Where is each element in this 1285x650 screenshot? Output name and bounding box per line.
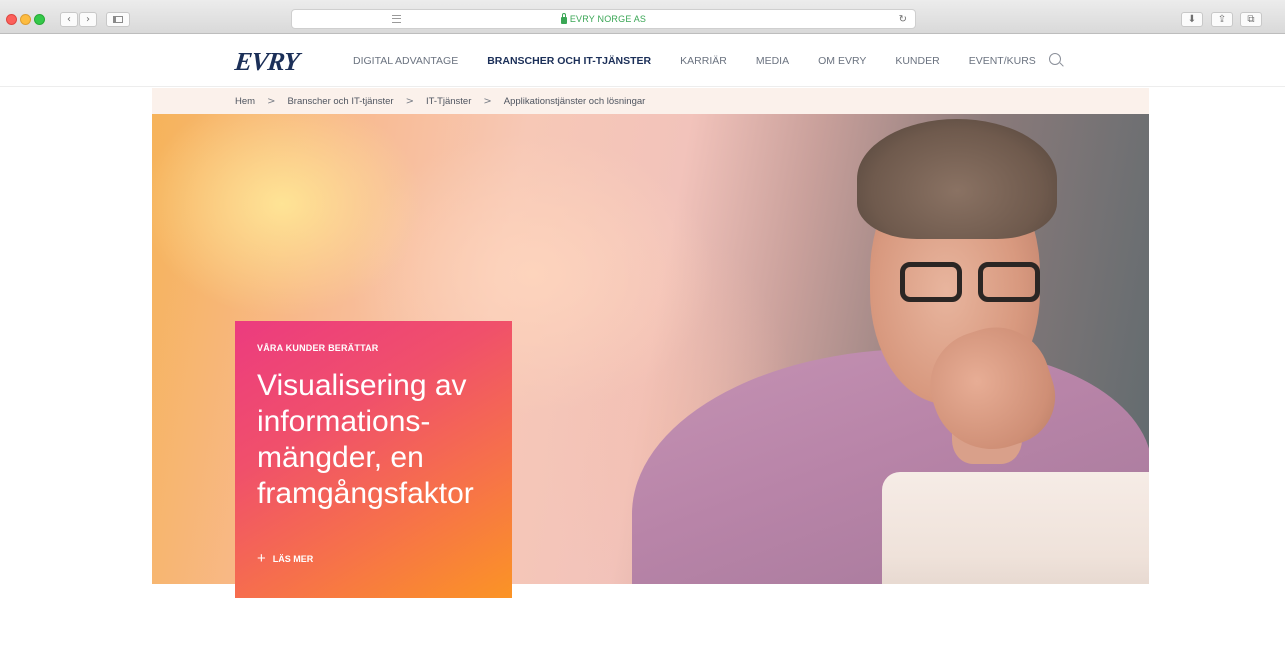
nav-kunder[interactable]: KUNDER [895,55,939,67]
download-icon[interactable]: ⬇ [1181,12,1203,27]
read-more-link[interactable]: + LÄS MER [257,550,314,567]
breadcrumb: Hem > Branscher och IT-tjänster > IT-Tjä… [152,88,1149,114]
read-more-label: LÄS MER [272,554,314,564]
address-bar[interactable]: EVRY NORGE AS ↻ [291,9,916,29]
nav-karriar[interactable]: KARRIÄR [680,55,727,67]
window-minimize-button[interactable] [20,14,31,25]
search-icon[interactable] [1049,53,1061,65]
customer-story-card[interactable]: VÅRA KUNDER BERÄTTAR Visualisering av in… [235,321,512,598]
site-header: EVRY DIGITAL ADVANTAGE BRANSCHER OCH IT-… [0,35,1285,87]
back-icon[interactable]: ‹ [60,12,78,27]
reload-icon[interactable]: ↻ [899,14,907,25]
plus-icon: + [257,550,266,567]
nav-bransch-it-tjanster[interactable]: BRANSCHER OCH IT-TJÄNSTER [487,55,651,67]
breadcrumb-applikationstjanster[interactable]: Applikationstjänster och lösningar [504,96,646,107]
address-text: EVRY NORGE AS [569,14,647,24]
breadcrumb-separator: > [405,95,414,107]
nav-om-evry[interactable]: OM EVRY [818,55,866,67]
reader-icon[interactable] [392,15,401,23]
evry-logo[interactable]: EVRY [233,47,300,77]
lock-icon [560,12,567,24]
hero-glasses-left [900,262,962,302]
story-kicker: VÅRA KUNDER BERÄTTAR [257,343,379,353]
breadcrumb-home[interactable]: Hem [235,96,255,107]
story-title: Visualisering av informations-mängder, e… [257,369,474,510]
browser-toolbar: ‹ › EVRY NORGE AS ↻ ⬇ ⇪ ⧉ [0,0,1285,34]
nav-digital-advantage[interactable]: DIGITAL ADVANTAGE [353,55,458,67]
share-icon[interactable]: ⇪ [1211,12,1233,27]
nav-media[interactable]: MEDIA [756,55,789,67]
hero-person-hair [857,119,1057,239]
hero-glasses-right [978,262,1040,302]
breadcrumb-it-tjanster[interactable]: IT-Tjänster [426,96,471,107]
tabs-icon[interactable]: ⧉ [1240,12,1262,27]
breadcrumb-separator: > [483,95,492,107]
window-maximize-button[interactable] [34,14,45,25]
hero-laptop [882,472,1149,584]
window-close-button[interactable] [6,14,17,25]
nav-event-kurs[interactable]: EVENT/KURS [969,55,1036,67]
breadcrumb-separator: > [267,95,276,107]
forward-icon[interactable]: › [79,12,97,27]
sidebar-icon[interactable] [106,12,130,27]
breadcrumb-bransch[interactable]: Branscher och IT-tjänster [287,96,393,107]
main-nav: DIGITAL ADVANTAGE BRANSCHER OCH IT-TJÄNS… [353,35,1036,87]
